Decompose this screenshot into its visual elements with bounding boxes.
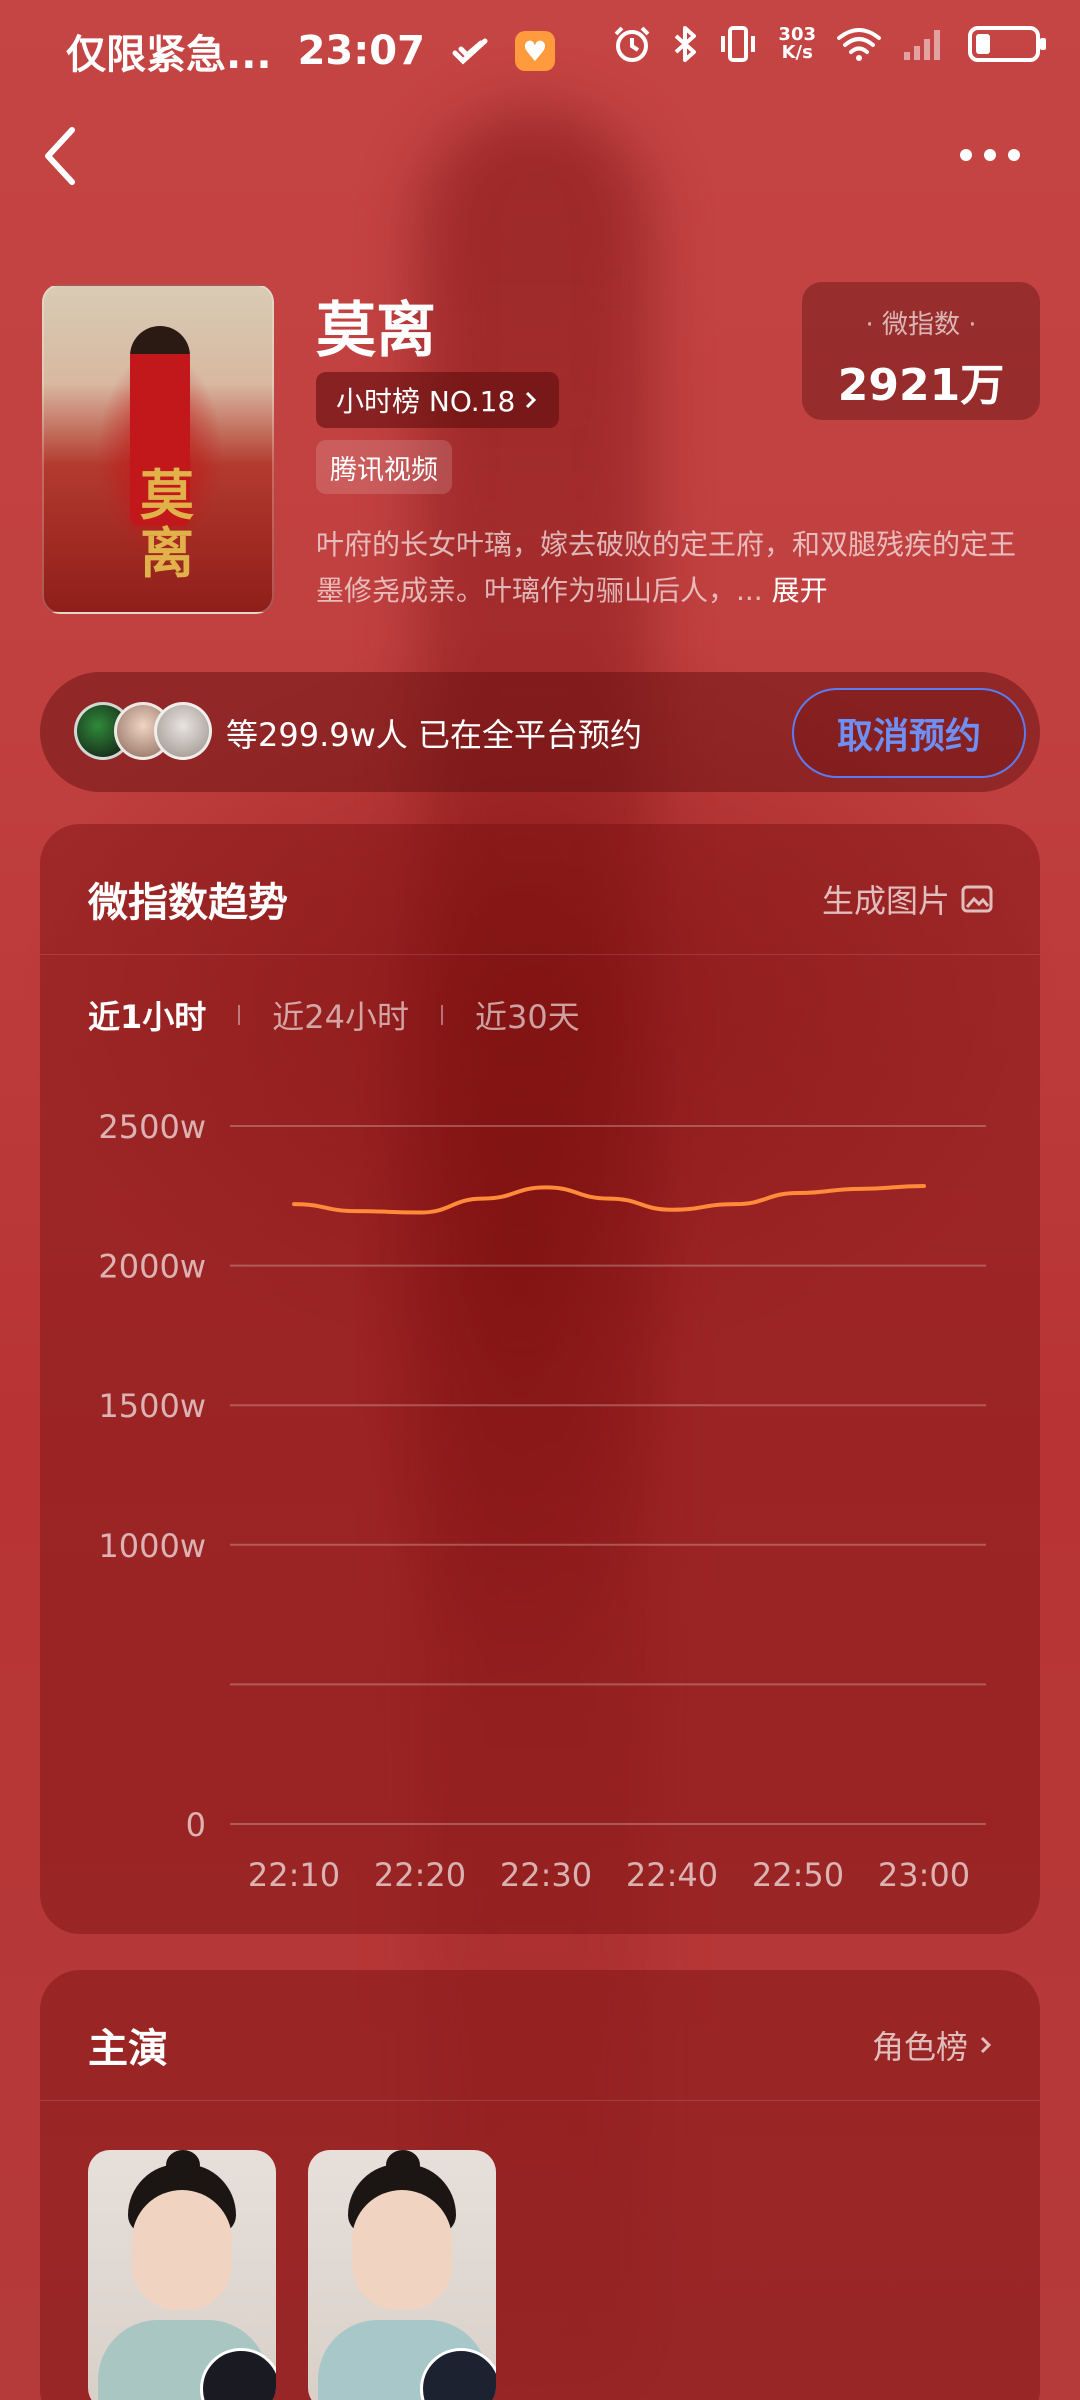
more-dot-icon: [1008, 149, 1020, 161]
y-tick-label: 2500w: [98, 1108, 206, 1146]
alarm-icon: [612, 24, 652, 64]
rank-label: 小时榜 NO.18: [336, 385, 516, 418]
y-tick-label: 1500w: [98, 1387, 206, 1425]
platform-label: 腾讯视频: [330, 454, 438, 486]
role-ranking-label: 角色榜: [871, 2028, 968, 2066]
synopsis-text: 叶府的长女叶璃，嫁去破败的定王府，和双腿残疾的定王墨修尧成亲。叶璃作为骊山后人，…: [316, 528, 1017, 607]
cast-member-photo[interactable]: [88, 2150, 276, 2400]
bluetooth-icon: [672, 24, 698, 64]
index-value: 2921万: [837, 360, 1005, 411]
x-tick-label: 22:20: [374, 1856, 466, 1894]
y-tick-label: 2000w: [98, 1248, 206, 1286]
rank-chip[interactable]: 小时榜 NO.18: [316, 372, 560, 428]
wifi-icon: [836, 26, 882, 62]
chevron-right-icon: [980, 2036, 992, 2054]
y-tick-label: 0: [186, 1806, 206, 1844]
back-arrow-icon: [45, 127, 75, 185]
x-tick-label: 22:40: [626, 1856, 718, 1894]
cast-title: 主演: [88, 2026, 168, 2072]
poster-title: 莫离: [140, 463, 194, 585]
role-ranking-link[interactable]: 角色榜: [872, 2022, 994, 2068]
synopsis: 叶府的长女叶璃，嫁去破败的定王府，和双腿残疾的定王墨修尧成亲。叶璃作为骊山后人，…: [316, 522, 1032, 614]
y-tick-label: 1000w: [98, 1527, 206, 1565]
index-label: · 微指数 ·: [865, 310, 977, 340]
weibo-index-box: · 微指数 · 2921万: [802, 282, 1040, 420]
cast-card: 主演 角色榜: [40, 1970, 1040, 2400]
signal-icon: [902, 26, 948, 62]
face: [132, 2190, 232, 2310]
vibrate-icon: [718, 24, 758, 64]
clock-time: 23:07: [297, 28, 425, 74]
net-speed: 303 K/s: [778, 24, 816, 63]
drama-title: 莫离: [316, 296, 436, 366]
reservation-bar: 等299.9w人 已在全平台预约 取消预约: [40, 672, 1040, 792]
check-swirl-icon: [451, 35, 489, 67]
cast-member-photo[interactable]: [308, 2150, 496, 2400]
more-options-button[interactable]: [960, 130, 1040, 180]
card-divider: [40, 2100, 1040, 2101]
x-tick-label: 22:30: [500, 1856, 592, 1894]
x-tick-label: 23:00: [878, 1856, 970, 1894]
battery-icon: [968, 26, 1046, 62]
trend-chart: 2500w 2000w 1500w 1000w 0 22:10 22:20 22:30 22:4…: [98, 1108, 986, 1894]
trend-card: 微指数趋势 生成图片 近1小时 近24小时 近30天 2500w 2000w 150…: [40, 824, 1040, 1934]
chevron-right-icon: [526, 391, 537, 409]
series-line: [292, 1184, 926, 1215]
drama-poster[interactable]: 莫离: [42, 284, 274, 614]
avatar: [154, 702, 212, 760]
more-dot-icon: [984, 149, 996, 161]
heart-app-icon: ♥: [514, 31, 555, 71]
reservation-text: 等299.9w人 已在全平台预约: [226, 716, 642, 754]
x-tick-label: 22:10: [248, 1856, 340, 1894]
face: [352, 2190, 452, 2310]
platform-chip: 腾讯视频: [316, 440, 452, 494]
cancel-reservation-button[interactable]: 取消预约: [792, 688, 1026, 778]
status-bar: 仅限紧急... 23:07 ♥ 303 K/s: [0, 0, 1080, 100]
reserved-avatars: [74, 702, 214, 762]
expand-link[interactable]: 展开: [772, 574, 828, 607]
carrier-text: 仅限紧急...: [66, 32, 272, 78]
back-button[interactable]: [36, 120, 96, 192]
x-tick-label: 22:50: [752, 1856, 844, 1894]
more-dot-icon: [960, 149, 972, 161]
